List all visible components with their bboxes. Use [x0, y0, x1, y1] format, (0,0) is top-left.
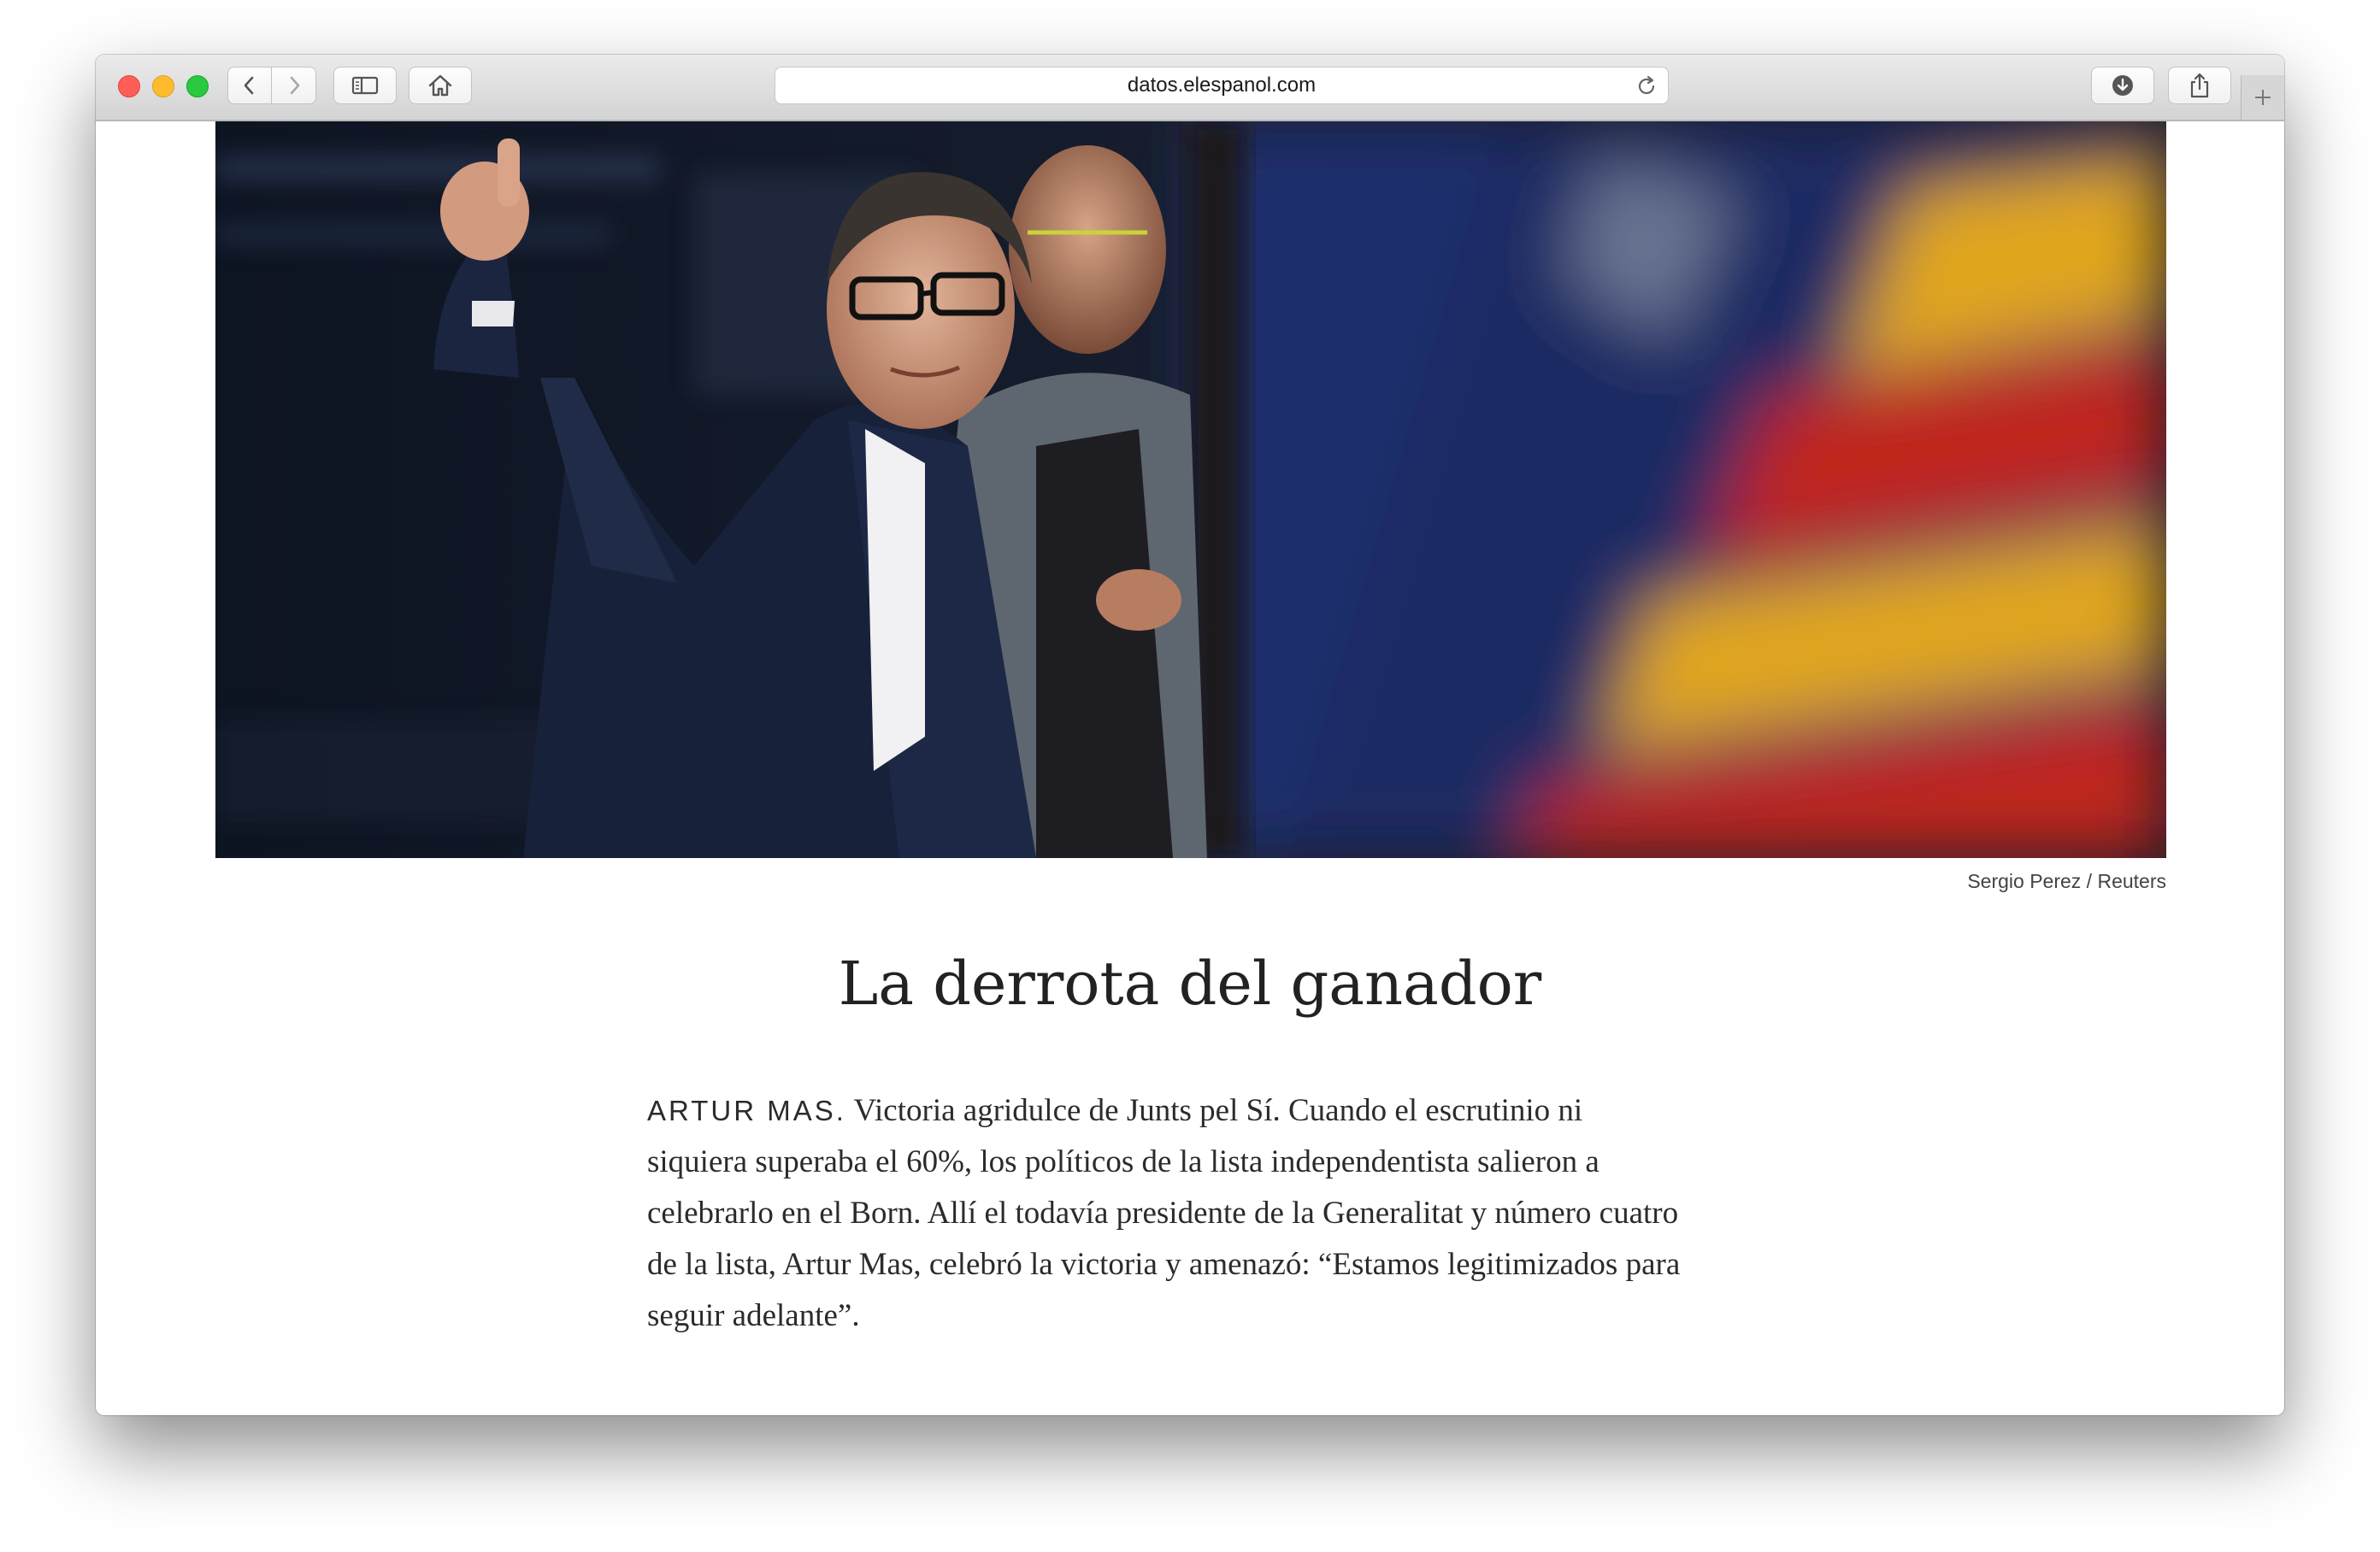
chevron-right-icon: [290, 76, 299, 95]
sidebar-icon: [351, 76, 379, 95]
back-button[interactable]: [227, 67, 272, 104]
share-button[interactable]: [2168, 67, 2231, 104]
hero-photo-illustration: [215, 121, 2166, 858]
browser-toolbar: datos.elespanol.com: [96, 55, 2284, 121]
download-icon: [2112, 75, 2133, 96]
maximize-window-button[interactable]: [186, 75, 209, 97]
forward-button[interactable]: [272, 67, 316, 104]
plus-icon: [2255, 90, 2271, 105]
article-body: ARTUR MAS. Victoria agridulce de Junts p…: [647, 1085, 1690, 1342]
minimize-window-button[interactable]: [152, 75, 174, 97]
sidebar-button[interactable]: [333, 67, 397, 104]
photo-credit: Sergio Perez / Reuters: [1967, 870, 2166, 892]
browser-window: datos.elespanol.com Sergio Perez / Reute…: [96, 55, 2284, 1415]
url-text[interactable]: datos.elespanol.com: [775, 68, 1668, 103]
new-tab-button[interactable]: [2241, 75, 2284, 120]
reload-icon[interactable]: [1635, 75, 1658, 97]
home-button[interactable]: [409, 67, 472, 104]
chevron-left-icon: [244, 76, 254, 95]
article-title: La derrota del ganador: [838, 949, 1542, 1019]
article-lead-in: ARTUR MAS.: [647, 1095, 846, 1126]
page-content: Sergio Perez / Reuters La derrota del ga…: [96, 121, 2284, 1415]
home-icon: [428, 74, 452, 97]
share-icon: [2190, 73, 2209, 98]
close-window-button[interactable]: [118, 75, 140, 97]
downloads-button[interactable]: [2091, 67, 2154, 104]
address-bar[interactable]: datos.elespanol.com: [775, 67, 1669, 104]
hero-photo: [215, 121, 2166, 858]
article-body-text: Victoria agridulce de Junts pel Sí. Cuan…: [647, 1093, 1681, 1333]
